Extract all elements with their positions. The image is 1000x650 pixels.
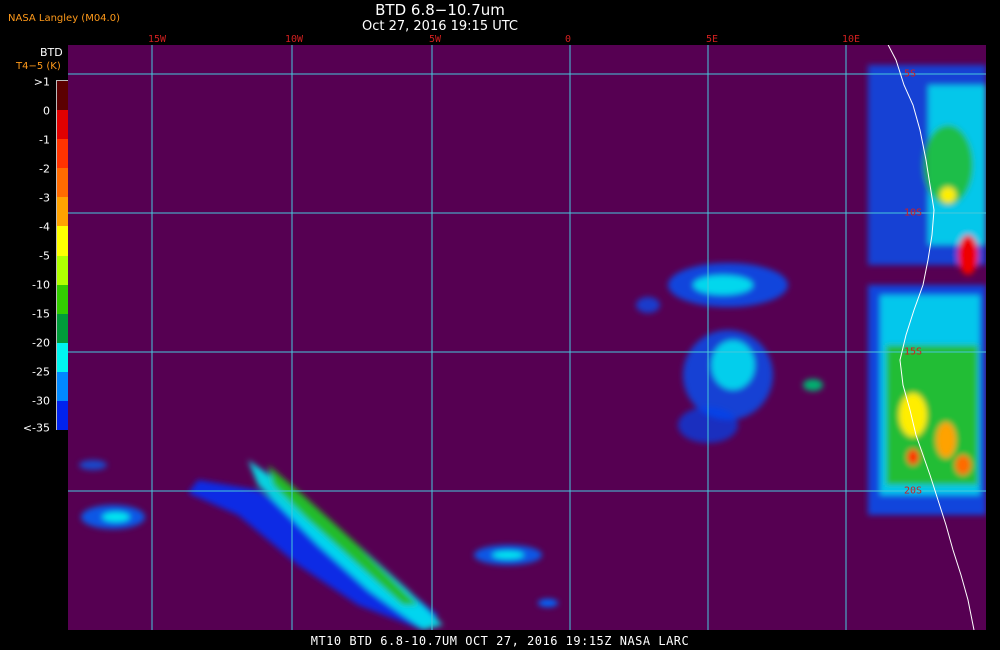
legend-tick: >1 bbox=[33, 75, 50, 89]
legend-tick: <-35 bbox=[22, 421, 50, 435]
satellite-map[interactable]: 5S 10S 15S 20S bbox=[68, 45, 986, 630]
lon-label-5w: 5W bbox=[428, 34, 442, 45]
graticule bbox=[68, 45, 986, 630]
lat-label-10s: 10S bbox=[904, 207, 923, 219]
cloud-cluster-central bbox=[636, 263, 823, 443]
legend-tick: -3 bbox=[39, 191, 50, 205]
footer-caption: MT10 BTD 6.8-10.7UM OCT 27, 2016 19:15Z … bbox=[310, 634, 690, 648]
legend-tick: -5 bbox=[39, 249, 50, 263]
image-timestamp: Oct 27, 2016 19:15 UTC bbox=[362, 19, 518, 34]
data-source: NASA Langley (M04.0) bbox=[8, 13, 120, 24]
cloud-band-diagonal bbox=[188, 460, 443, 630]
legend-tick: -10 bbox=[32, 278, 50, 292]
legend-tick: -25 bbox=[32, 365, 50, 379]
legend-tick: -30 bbox=[32, 394, 50, 408]
legend-tick: -4 bbox=[39, 220, 50, 234]
legend-tick: -1 bbox=[39, 133, 50, 147]
legend-unit: T4−5 (K) bbox=[16, 61, 61, 72]
map-canvas bbox=[68, 45, 986, 630]
lon-label-5e: 5E bbox=[705, 34, 719, 45]
lon-label-15w: 15W bbox=[147, 34, 167, 45]
legend-tick: 0 bbox=[43, 104, 50, 118]
lat-label-15s: 15S bbox=[904, 346, 923, 358]
cloud-coastal-convection bbox=[868, 65, 986, 515]
image-title: BTD 6.8−10.7um bbox=[375, 1, 505, 19]
lon-label-10e: 10E bbox=[841, 34, 861, 45]
lon-label-10w: 10W bbox=[284, 34, 304, 45]
legend-tick: -2 bbox=[39, 162, 50, 176]
lat-label-5s: 5S bbox=[904, 68, 917, 80]
lat-label-20s: 20S bbox=[904, 485, 923, 497]
lon-label-0: 0 bbox=[564, 34, 572, 45]
legend-tick: -20 bbox=[32, 336, 50, 350]
legend-title: BTD bbox=[40, 46, 63, 59]
legend-tick: -15 bbox=[32, 307, 50, 321]
